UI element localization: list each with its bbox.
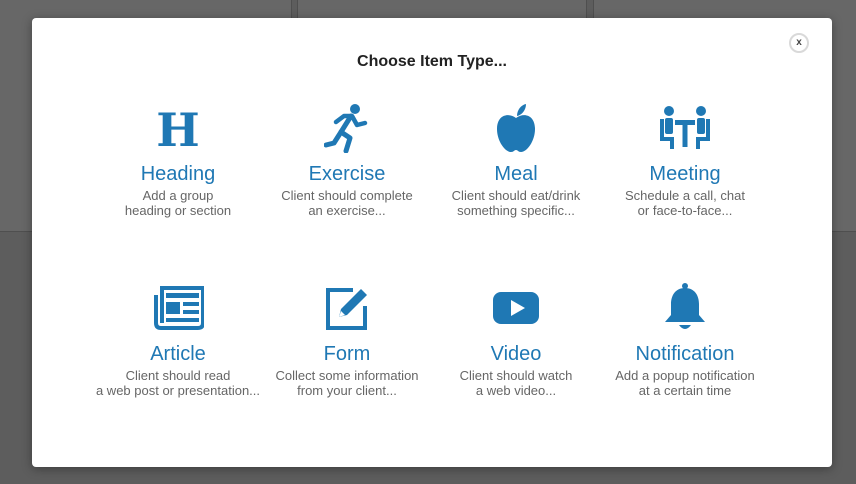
item-description: Add a popup notification at a certain tim…: [615, 368, 755, 398]
svg-text:H: H: [156, 106, 199, 150]
item-label: Form: [323, 343, 371, 365]
item-label: Meeting: [649, 163, 721, 185]
item-description: Collect some information from your client…: [275, 368, 419, 398]
item-description: Add a group heading or section: [124, 188, 232, 218]
item-description: Client should complete an exercise...: [281, 188, 413, 218]
item-type-form[interactable]: Form Collect some information from your c…: [262, 283, 432, 398]
edit-icon: [262, 283, 432, 333]
choose-item-type-dialog: x Choose Item Type... H Heading Add a gr…: [32, 18, 832, 467]
item-label: Heading: [140, 163, 216, 185]
close-button[interactable]: x: [789, 33, 809, 53]
runner-icon: [262, 103, 432, 153]
item-type-video[interactable]: Video Client should watch a web video...: [431, 283, 601, 398]
item-description: Client should eat/drink something specifi…: [451, 188, 581, 218]
dialog-title: Choose Item Type...: [357, 53, 507, 70]
newspaper-icon: [93, 283, 263, 333]
video-play-icon: [431, 283, 601, 333]
heading-icon: H: [93, 103, 263, 153]
bell-icon: [600, 283, 770, 333]
item-type-meeting[interactable]: Meeting Schedule a call, chat or face-to-…: [600, 103, 770, 218]
item-type-heading[interactable]: H Heading Add a group heading or section: [93, 103, 263, 218]
item-label: Meal: [494, 163, 538, 185]
item-type-notification[interactable]: Notification Add a popup notification at …: [600, 283, 770, 398]
item-description: Client should read a web post or presenta…: [95, 368, 261, 398]
item-label: Exercise: [308, 163, 386, 185]
apple-icon: [431, 103, 601, 153]
item-type-exercise[interactable]: Exercise Client should complete an exerci…: [262, 103, 432, 218]
item-type-meal[interactable]: Meal Client should eat/drink something sp…: [431, 103, 601, 218]
meeting-icon: [600, 103, 770, 153]
item-type-article[interactable]: Article Client should read a web post or …: [93, 283, 263, 398]
item-label: Video: [490, 343, 542, 365]
item-label: Article: [150, 343, 206, 365]
item-description: Schedule a call, chat or face-to-face...: [625, 188, 745, 218]
item-description: Client should watch a web video...: [459, 368, 573, 398]
item-label: Notification: [635, 343, 735, 365]
